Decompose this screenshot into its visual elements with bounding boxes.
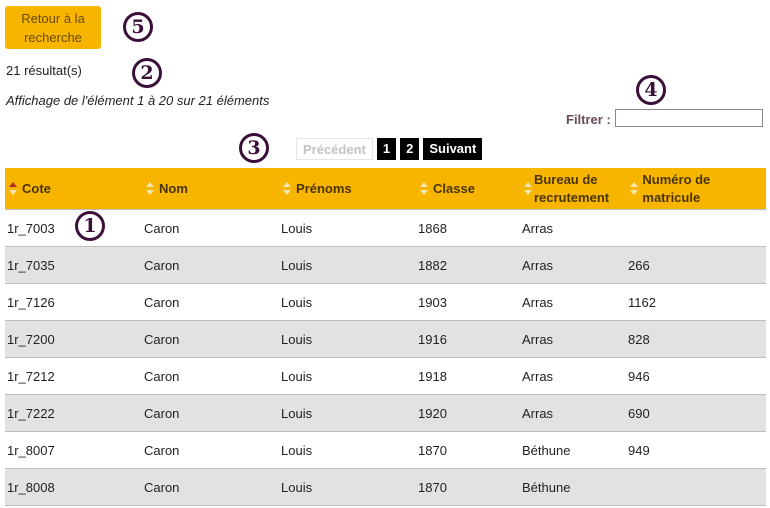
cell-matricule xyxy=(626,468,766,506)
sort-asc-icon xyxy=(9,181,17,196)
next-page-button[interactable]: Suivant xyxy=(423,138,483,160)
callout-3: 3 xyxy=(239,133,269,163)
column-header-nom[interactable]: Nom xyxy=(142,168,279,210)
cell-bureau: Béthune xyxy=(520,468,626,506)
cell-classe: 1918 xyxy=(416,357,520,395)
previous-page-button[interactable]: Précédent xyxy=(296,138,373,160)
column-label: Classe xyxy=(433,180,475,196)
cell-nom: Caron xyxy=(142,320,279,358)
cell-matricule: 1162 xyxy=(626,283,766,321)
sort-icon xyxy=(524,181,532,196)
column-label: Nom xyxy=(159,180,188,196)
cell-prenoms: Louis xyxy=(279,357,416,395)
table-row[interactable]: 1r_7200 Caron Louis 1916 Arras 828 xyxy=(5,320,766,358)
results-count: 21 résultat(s) xyxy=(6,63,82,78)
cell-prenoms: Louis xyxy=(279,468,416,506)
page-2-button[interactable]: 2 xyxy=(400,138,420,160)
filter-input[interactable] xyxy=(615,109,763,127)
sort-icon xyxy=(283,181,291,196)
cell-matricule: 946 xyxy=(626,357,766,395)
cell-cote: 1r_7200 xyxy=(5,320,142,358)
cell-cote: 1r_7126 xyxy=(5,283,142,321)
table-row[interactable]: 1r_7126 Caron Louis 1903 Arras 1162 xyxy=(5,283,766,321)
results-info: Affichage de l'élément 1 à 20 sur 21 élé… xyxy=(6,93,270,108)
column-label: Numéro de matricule xyxy=(642,171,711,205)
sort-icon xyxy=(146,181,154,196)
cell-bureau: Arras xyxy=(520,246,626,284)
cell-matricule xyxy=(626,209,766,247)
pagination: Précédent 1 2 Suivant xyxy=(296,138,483,160)
column-label: Prénoms xyxy=(296,180,352,196)
column-header-matricule[interactable]: Numéro de matricule xyxy=(626,168,766,210)
cell-bureau: Arras xyxy=(520,357,626,395)
cell-prenoms: Louis xyxy=(279,431,416,469)
callout-2: 2 xyxy=(132,58,162,88)
cell-matricule: 266 xyxy=(626,246,766,284)
table-row[interactable]: 1r_8008 Caron Louis 1870 Béthune xyxy=(5,468,766,506)
cell-classe: 1868 xyxy=(416,209,520,247)
cell-cote: 1r_7035 xyxy=(5,246,142,284)
cell-prenoms: Louis xyxy=(279,394,416,432)
cell-bureau: Arras xyxy=(520,283,626,321)
cell-classe: 1920 xyxy=(416,394,520,432)
cell-classe: 1903 xyxy=(416,283,520,321)
cell-cote: 1r_8008 xyxy=(5,468,142,506)
column-header-cote[interactable]: Cote xyxy=(5,168,142,210)
filter-label: Filtrer : xyxy=(566,112,611,127)
column-header-classe[interactable]: Classe xyxy=(416,168,520,210)
cell-nom: Caron xyxy=(142,468,279,506)
table-row[interactable]: 1r_8007 Caron Louis 1870 Béthune 949 xyxy=(5,431,766,469)
column-header-bureau[interactable]: Bureau de recrutement xyxy=(520,168,626,210)
callout-1: 1 xyxy=(75,211,105,241)
cell-cote: 1r_7003 xyxy=(5,209,142,247)
cell-cote: 1r_7222 xyxy=(5,394,142,432)
cell-nom: Caron xyxy=(142,246,279,284)
cell-nom: Caron xyxy=(142,283,279,321)
cell-bureau: Arras xyxy=(520,394,626,432)
cell-matricule: 690 xyxy=(626,394,766,432)
cell-classe: 1870 xyxy=(416,468,520,506)
cell-cote: 1r_7212 xyxy=(5,357,142,395)
results-table: Cote Nom Prénoms Classe Bureau de recrut… xyxy=(5,168,766,506)
cell-nom: Caron xyxy=(142,209,279,247)
column-label: Cote xyxy=(22,180,51,196)
cell-classe: 1916 xyxy=(416,320,520,358)
table-row[interactable]: 1r_7212 Caron Louis 1918 Arras 946 xyxy=(5,357,766,395)
sort-icon xyxy=(420,181,428,196)
table-header-row: Cote Nom Prénoms Classe Bureau de recrut… xyxy=(5,168,766,210)
page-1-button[interactable]: 1 xyxy=(376,138,397,160)
back-to-search-button[interactable]: Retour à la recherche xyxy=(5,6,101,49)
column-header-prenoms[interactable]: Prénoms xyxy=(279,168,416,210)
column-label: Bureau de recrutement xyxy=(533,171,610,205)
cell-classe: 1870 xyxy=(416,431,520,469)
cell-nom: Caron xyxy=(142,394,279,432)
cell-nom: Caron xyxy=(142,431,279,469)
cell-classe: 1882 xyxy=(416,246,520,284)
callout-5: 5 xyxy=(123,12,153,42)
cell-prenoms: Louis xyxy=(279,283,416,321)
cell-cote: 1r_8007 xyxy=(5,431,142,469)
table-row[interactable]: 1r_7003 Caron Louis 1868 Arras xyxy=(5,209,766,247)
cell-prenoms: Louis xyxy=(279,246,416,284)
table-row[interactable]: 1r_7222 Caron Louis 1920 Arras 690 xyxy=(5,394,766,432)
cell-prenoms: Louis xyxy=(279,209,416,247)
cell-matricule: 949 xyxy=(626,431,766,469)
cell-bureau: Béthune xyxy=(520,431,626,469)
cell-bureau: Arras xyxy=(520,209,626,247)
table-row[interactable]: 1r_7035 Caron Louis 1882 Arras 266 xyxy=(5,246,766,284)
cell-bureau: Arras xyxy=(520,320,626,358)
callout-4: 4 xyxy=(636,75,666,105)
sort-icon xyxy=(630,181,639,196)
cell-matricule: 828 xyxy=(626,320,766,358)
cell-prenoms: Louis xyxy=(279,320,416,358)
cell-nom: Caron xyxy=(142,357,279,395)
